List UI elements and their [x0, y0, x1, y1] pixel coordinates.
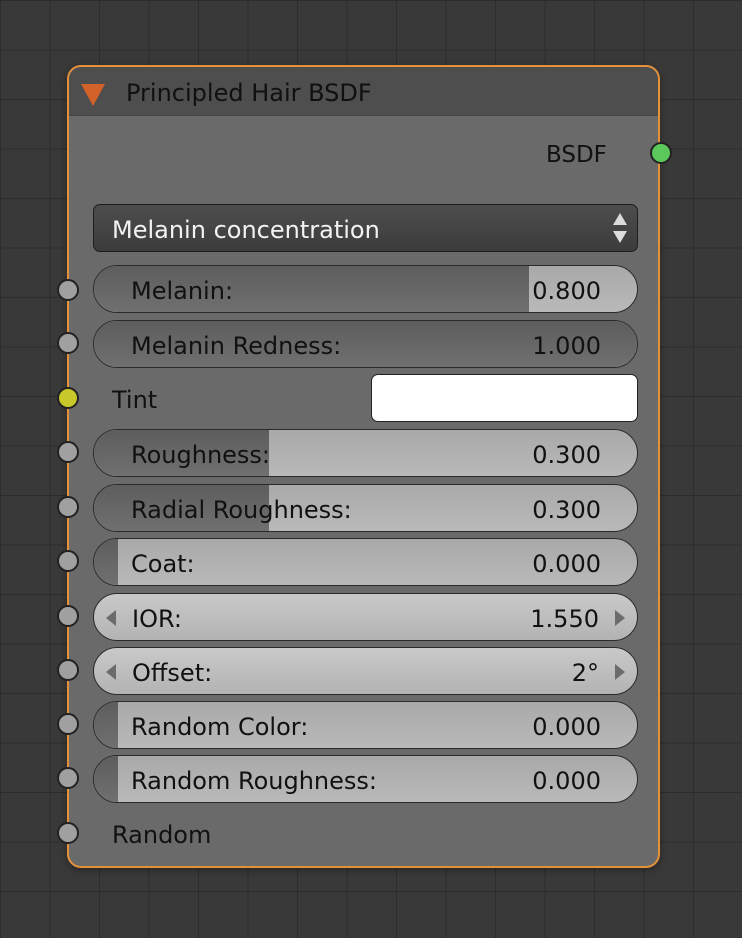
increment-arrow-icon[interactable]	[615, 664, 625, 680]
slider-fill	[94, 756, 118, 802]
input-socket-radial-roughness[interactable]	[57, 496, 79, 518]
radial-roughness-slider[interactable]: Radial Roughness: 0.300	[93, 484, 638, 532]
input-socket-ior[interactable]	[57, 605, 79, 627]
slider-value: 0.000	[532, 713, 601, 741]
input-socket-random[interactable]	[57, 822, 79, 844]
slider-value: 0.000	[532, 550, 601, 578]
field-label: Offset:	[132, 659, 213, 687]
input-socket-tint[interactable]	[57, 387, 79, 409]
input-socket-melanin-redness[interactable]	[57, 332, 79, 354]
melanin-slider[interactable]: Melanin: 0.800	[93, 265, 638, 313]
random-label: Random	[112, 821, 212, 849]
melanin-redness-slider[interactable]: Melanin Redness: 1.000	[93, 320, 638, 368]
field-value: 1.550	[530, 605, 599, 633]
input-socket-coat[interactable]	[57, 550, 79, 572]
field-label: IOR:	[132, 605, 182, 633]
slider-fill	[94, 539, 118, 585]
slider-value: 0.800	[532, 277, 601, 305]
slider-label: Radial Roughness:	[131, 496, 352, 524]
decrement-arrow-icon[interactable]	[106, 610, 116, 626]
offset-number-field[interactable]: Offset: 2°	[93, 647, 638, 695]
random-color-slider[interactable]: Random Color: 0.000	[93, 701, 638, 749]
slider-label: Coat:	[131, 550, 195, 578]
input-socket-roughness[interactable]	[57, 441, 79, 463]
node-header[interactable]: Principled Hair BSDF	[69, 67, 658, 116]
slider-label: Random Roughness:	[131, 767, 377, 795]
parametrization-dropdown[interactable]: Melanin concentration	[93, 204, 638, 252]
output-socket-bsdf[interactable]	[650, 142, 672, 164]
output-label-bsdf: BSDF	[546, 142, 607, 168]
tint-label: Tint	[112, 386, 158, 414]
slider-label: Random Color:	[131, 713, 309, 741]
random-roughness-slider[interactable]: Random Roughness: 0.000	[93, 755, 638, 803]
input-socket-offset[interactable]	[57, 659, 79, 681]
slider-value: 0.300	[532, 441, 601, 469]
slider-label: Melanin Redness:	[131, 332, 342, 360]
field-value: 2°	[571, 659, 599, 687]
roughness-slider[interactable]: Roughness: 0.300	[93, 429, 638, 477]
slider-fill	[94, 702, 118, 748]
slider-value: 1.000	[532, 332, 601, 360]
input-socket-melanin[interactable]	[57, 279, 79, 301]
node-title: Principled Hair BSDF	[126, 79, 372, 107]
slider-value: 0.300	[532, 496, 601, 524]
up-down-arrows-icon	[613, 213, 627, 245]
ior-number-field[interactable]: IOR: 1.550	[93, 593, 638, 641]
decrement-arrow-icon[interactable]	[106, 664, 116, 680]
slider-value: 0.000	[532, 767, 601, 795]
tint-color-swatch[interactable]	[371, 374, 638, 422]
collapse-triangle-icon[interactable]	[81, 84, 105, 106]
coat-slider[interactable]: Coat: 0.000	[93, 538, 638, 586]
dropdown-selected-label: Melanin concentration	[112, 216, 380, 244]
increment-arrow-icon[interactable]	[615, 610, 625, 626]
input-socket-random-color[interactable]	[57, 713, 79, 735]
slider-label: Roughness:	[131, 441, 271, 469]
slider-label: Melanin:	[131, 277, 234, 305]
input-socket-random-roughness[interactable]	[57, 767, 79, 789]
